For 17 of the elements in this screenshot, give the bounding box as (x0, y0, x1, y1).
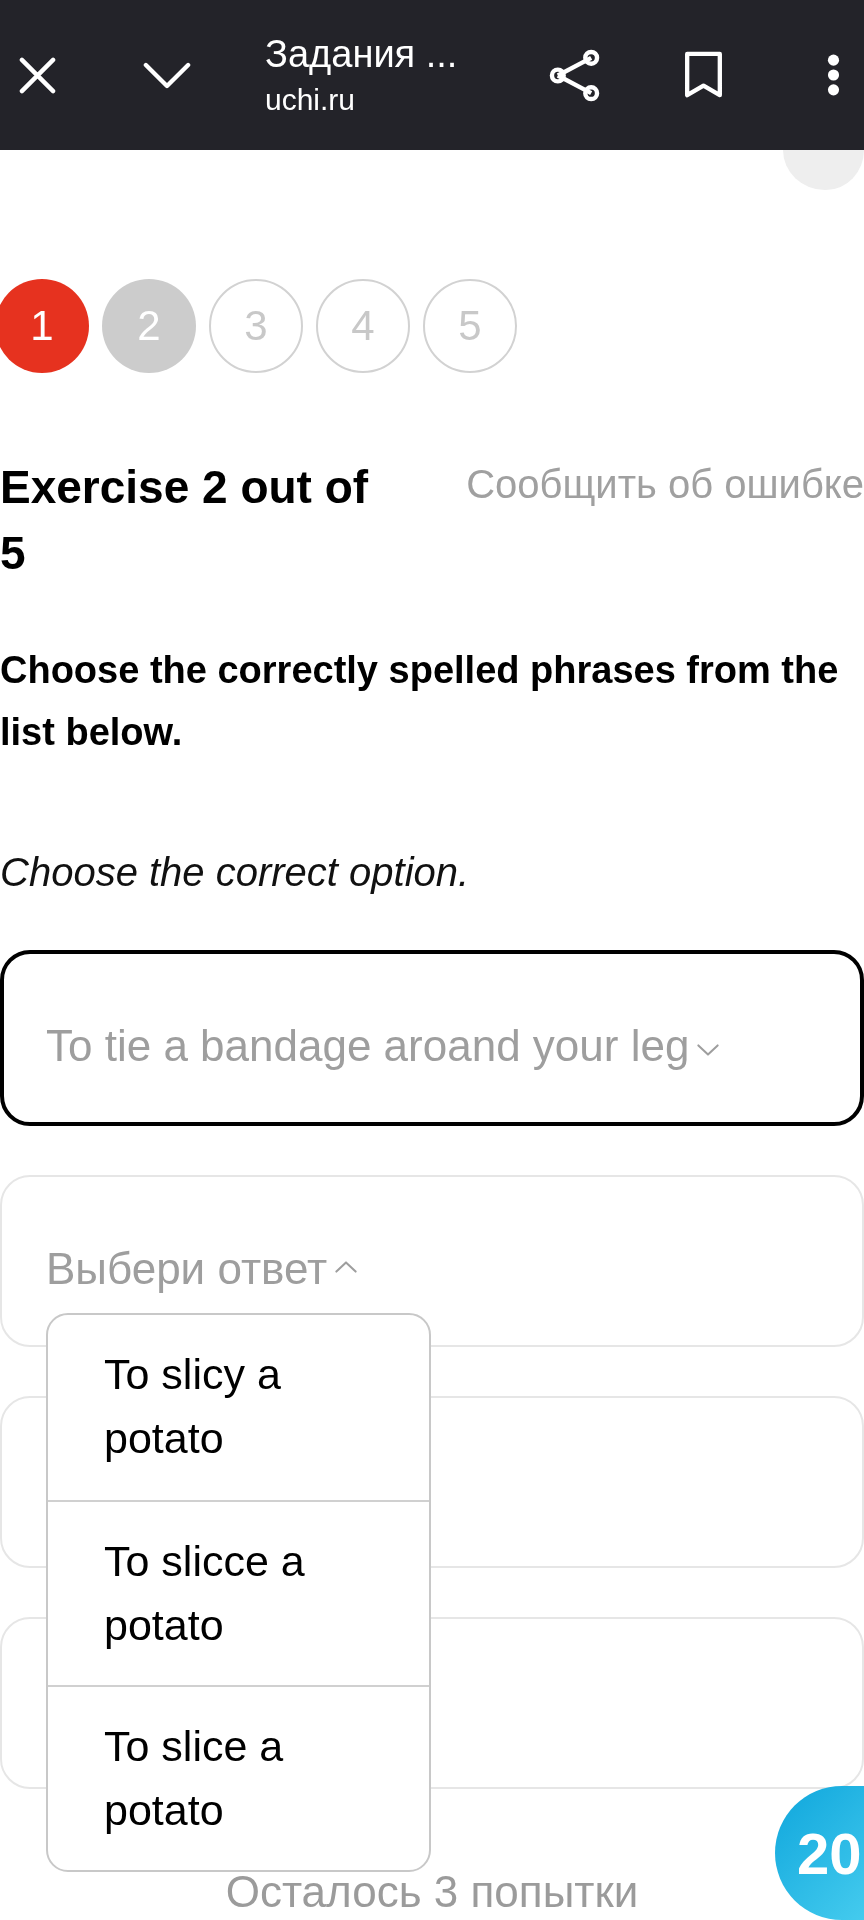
timer-badge: 20 (775, 1786, 864, 1920)
exercise-title: Exercise 2 out of 5 (0, 460, 370, 581)
chevron-down-icon[interactable] (143, 61, 191, 89)
more-icon[interactable] (827, 53, 840, 97)
dropdown-option[interactable]: To slicce a potato (48, 1500, 429, 1685)
page-title: Задания ... (265, 32, 459, 77)
step-button[interactable]: 1 (0, 279, 89, 373)
bookmark-icon[interactable] (684, 51, 723, 99)
attempts-counter: Осталось 3 попытки (224, 1870, 640, 1914)
share-icon[interactable] (549, 48, 600, 102)
dropdown-option[interactable]: To slice a potato (48, 1685, 429, 1870)
close-icon[interactable] (19, 56, 56, 94)
report-error-link[interactable]: Сообщить об ошибке (466, 454, 864, 514)
hint-text: Choose the correct option. (0, 849, 471, 896)
answer-dropdown[interactable]: To tie a bandage aroand your leg (0, 950, 864, 1126)
instruction-text: Choose the correctly spelled phrases from the list below. (0, 648, 840, 755)
page-url: uchi.ru (265, 82, 357, 118)
